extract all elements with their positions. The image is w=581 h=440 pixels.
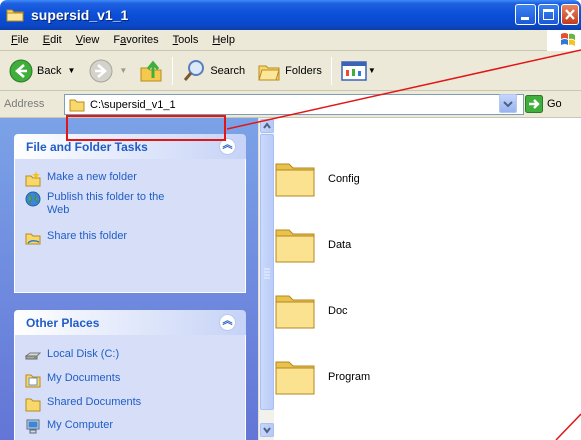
address-dropdown-button[interactable] [499,94,517,113]
minimize-icon [521,17,529,20]
up-folder-icon [140,60,162,81]
back-dropdown-icon[interactable]: ▼ [67,66,75,75]
folders-icon [258,65,280,80]
maximize-button[interactable] [538,4,559,25]
menu-bar: File Edit View Favorites Tools Help [0,30,581,51]
forward-button[interactable]: ▼ [86,56,130,86]
search-label: Search [210,64,246,77]
place-local-disk[interactable]: Local Disk (C:) [25,348,119,364]
up-folder-button[interactable] [136,56,166,86]
folders-label: Folders [285,64,322,77]
folder-icon [275,163,315,197]
folder-name: Program [328,371,371,383]
folder-item[interactable]: Doc [274,292,348,330]
scroll-up-button[interactable] [260,119,274,133]
task-pane-scrollbar[interactable] [258,118,274,440]
folder-item[interactable]: Program [274,358,370,396]
chevron-up-icon [263,122,271,129]
menu-tools[interactable]: Tools [166,34,206,46]
globe-icon [25,191,41,207]
views-icon [341,60,367,81]
place-shared-documents[interactable]: Shared Documents [25,396,141,412]
window-title: supersid_v1_1 [31,7,129,23]
folder-name: Data [328,239,352,251]
folder-item[interactable]: Data [274,226,351,264]
menu-edit[interactable]: Edit [36,34,69,46]
my-documents-icon [25,374,41,388]
toolbar-separator [172,56,174,85]
search-button[interactable]: Search [179,56,248,86]
back-arrow-icon [9,59,33,82]
folder-name: Config [328,173,360,185]
collapse-chevron-icon[interactable]: ︽ [219,314,236,331]
task-make-new-folder[interactable]: Make a new folder [25,171,137,187]
address-bar: Address C:\supersid_v1_1 Go [0,91,581,118]
forward-dropdown-icon[interactable]: ▼ [119,66,127,75]
panel-title: Other Places [26,315,100,330]
go-label: Go [547,98,562,110]
address-value: C:\supersid_v1_1 [90,98,176,111]
file-folder-tasks-panel: Make a new folder Publish this folder to… [14,159,246,293]
other-places-header[interactable]: Other Places ︽ [14,310,246,335]
chevron-down-icon [503,101,513,108]
task-share-folder[interactable]: Share this folder [25,230,127,246]
folder-icon [275,295,315,329]
views-dropdown-icon[interactable]: ▼ [368,66,376,75]
address-input[interactable]: C:\supersid_v1_1 [64,94,524,115]
other-places-panel: Local Disk (C:) My Documents Shared Docu… [14,335,246,440]
chevron-down-icon [263,427,271,434]
views-button[interactable]: ▼ [338,56,379,86]
task-pane: File and Folder Tasks ︽ Make a new folde… [0,118,258,440]
menu-file[interactable]: File [4,34,36,46]
menu-favorites[interactable]: Favorites [106,34,165,46]
menu-help[interactable]: Help [205,34,242,46]
go-arrow-icon [525,95,543,113]
search-icon [184,59,205,81]
close-button[interactable] [561,4,579,25]
address-label: Address [4,98,45,110]
back-button[interactable]: Back ▼ [6,56,78,86]
scroll-down-button[interactable] [260,423,274,437]
back-label: Back [37,64,62,77]
place-my-documents[interactable]: My Documents [25,372,120,388]
close-icon [565,9,575,20]
windows-logo-icon [547,30,581,51]
folders-button[interactable]: Folders [254,56,325,86]
forward-arrow-icon [89,59,113,82]
menu-view[interactable]: View [69,34,107,46]
maximize-icon [543,9,554,20]
folder-icon [69,99,85,111]
new-folder-icon [25,171,41,187]
scroll-thumb[interactable] [260,134,274,410]
place-my-computer[interactable]: My Computer [25,419,113,435]
hard-disk-icon [25,352,41,360]
toolbar: Back ▼ ▼ Search Folders ▼ [0,51,581,91]
task-publish-folder[interactable]: Publish this folder to the Web [25,191,185,217]
minimize-button[interactable] [515,4,536,25]
file-list: Config Data Doc Program [274,118,581,440]
toolbar-separator [330,56,332,85]
address-highlight-box [66,115,226,141]
my-computer-icon [26,419,40,434]
folder-icon [6,8,24,22]
folder-name: Doc [328,305,348,317]
title-bar[interactable]: supersid_v1_1 [0,0,581,30]
shared-folder-icon [25,398,41,412]
folder-icon [275,361,315,395]
folder-item[interactable]: Config [274,160,360,198]
go-button[interactable]: Go [525,95,562,113]
grip-icon [264,268,270,279]
folder-icon [275,229,315,263]
panel-title: File and Folder Tasks [26,139,148,154]
share-folder-icon [25,233,41,245]
